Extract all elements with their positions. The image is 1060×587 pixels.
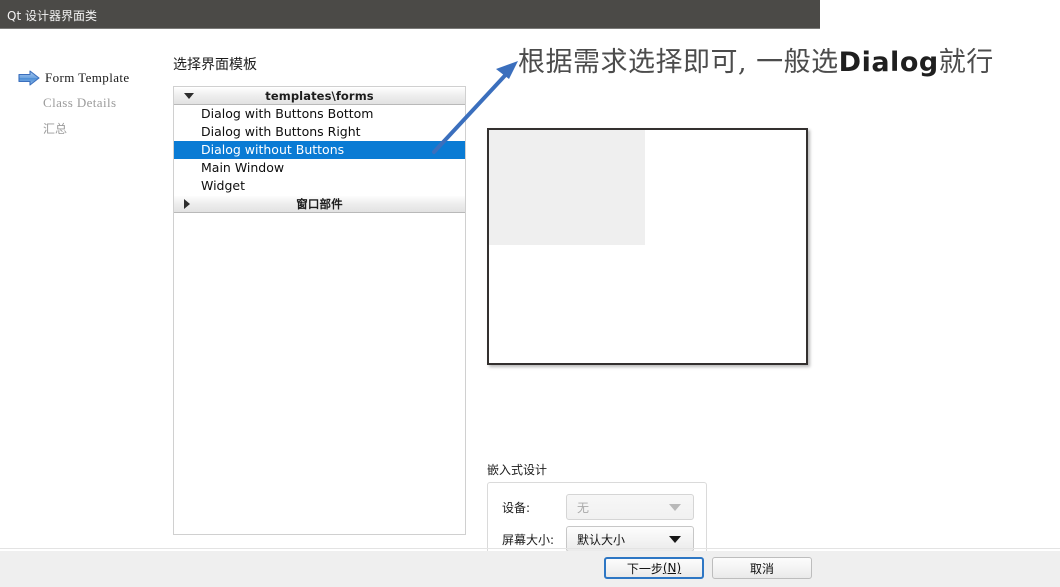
next-button[interactable]: 下一步 (N) — [604, 557, 704, 579]
template-preview — [487, 128, 808, 365]
next-button-label: 下一步 — [626, 561, 663, 576]
annotation-text-after: 就行 — [938, 47, 994, 78]
device-select-value: 无 — [577, 500, 590, 515]
tree-item-main-window[interactable]: Main Window — [174, 159, 465, 177]
page-title: 选择界面模板 — [173, 57, 257, 73]
wizard-sidebar: Form Template Class Details 汇总 — [0, 29, 165, 551]
sidebar-item-summary[interactable]: 汇总 — [43, 118, 67, 138]
screen-size-select-value: 默认大小 — [577, 532, 626, 547]
tree-item-dialog-with-buttons-bottom[interactable]: Dialog with Buttons Bottom — [174, 105, 465, 123]
window-title: Qt 设计器界面类 — [7, 9, 97, 23]
template-tree[interactable]: templates\forms Dialog with Buttons Bott… — [173, 86, 466, 535]
arrow-right-icon — [18, 70, 40, 86]
tree-group-label: templates\forms — [265, 89, 374, 103]
tree-item-dialog-with-buttons-right[interactable]: Dialog with Buttons Right — [174, 123, 465, 141]
tree-group-widgets[interactable]: 窗口部件 — [174, 195, 465, 213]
sidebar-item-label: 汇总 — [43, 121, 68, 136]
tree-item-dialog-without-buttons[interactable]: Dialog without Buttons — [174, 141, 465, 159]
annotation-text: 根据需求选择即可, 一般选Dialog就行 — [518, 40, 994, 79]
chevron-down-icon — [669, 504, 681, 511]
chevron-down-icon[interactable] — [184, 93, 194, 99]
tree-item-widget[interactable]: Widget — [174, 177, 465, 195]
dialog-footer: 下一步 (N) 取消 — [0, 551, 1060, 587]
window-titlebar: Qt 设计器界面类 — [0, 0, 820, 29]
tree-group-templates-forms[interactable]: templates\forms — [174, 87, 465, 105]
chevron-down-icon — [669, 536, 681, 543]
device-label: 设备: — [502, 500, 531, 515]
tree-group-label: 窗口部件 — [296, 197, 343, 211]
preview-placeholder-region — [489, 130, 645, 245]
annotation-text-emphasis: Dialog — [838, 47, 939, 78]
sidebar-item-label: Form Template — [45, 70, 130, 85]
device-select[interactable]: 无 — [566, 494, 694, 520]
cancel-button[interactable]: 取消 — [712, 557, 812, 579]
screen-size-label: 屏幕大小: — [502, 532, 555, 547]
footer-divider — [0, 548, 1060, 549]
annotation-text-before: 根据需求选择即可, 一般选 — [518, 47, 839, 78]
embedded-design-title: 嵌入式设计 — [487, 463, 548, 477]
sidebar-item-label: Class Details — [43, 95, 117, 110]
next-button-mnemonic: (N) — [662, 561, 682, 575]
sidebar-item-class-details[interactable]: Class Details — [43, 93, 116, 113]
cancel-button-label: 取消 — [749, 561, 774, 576]
sidebar-item-form-template[interactable]: Form Template — [18, 68, 130, 88]
chevron-right-icon[interactable] — [184, 199, 190, 209]
dialog-body: Form Template Class Details 汇总 选择界面模板 te… — [0, 29, 1060, 564]
device-field-row: 设备: 无 — [502, 494, 694, 520]
